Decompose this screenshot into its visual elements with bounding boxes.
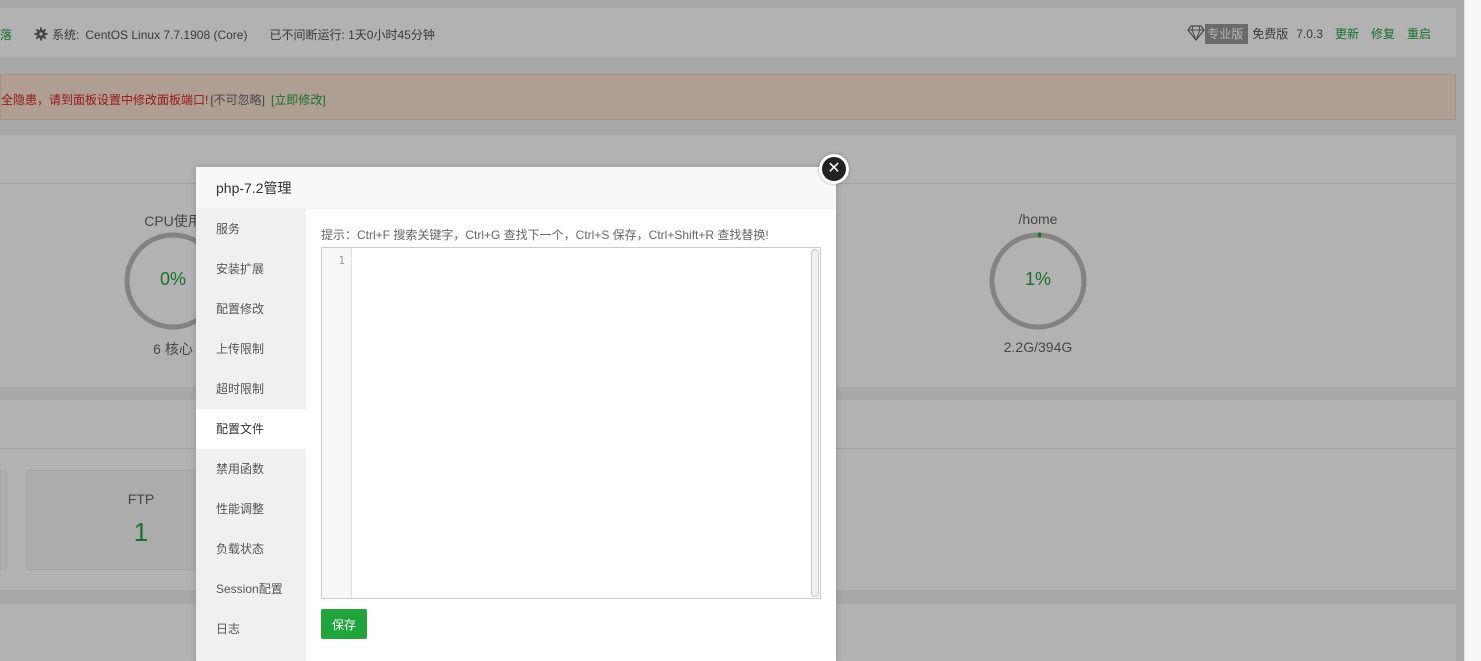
editor-text-area[interactable]: [353, 248, 810, 598]
menu-item-performance-tuning[interactable]: 性能调整: [196, 489, 306, 529]
menu-item-install-extensions[interactable]: 安装扩展: [196, 249, 306, 289]
code-editor[interactable]: 1: [321, 247, 821, 599]
menu-item-config-file[interactable]: 配置文件: [196, 409, 306, 449]
menu-item-service[interactable]: 服务: [196, 209, 306, 249]
php-manager-dialog: php-7.2管理 服务 安装扩展 配置修改 上传限制 超时限制 配置文件 禁用…: [196, 167, 836, 661]
page-scrollbar[interactable]: [1464, 0, 1481, 661]
dialog-content: 提示：Ctrl+F 搜索关键字，Ctrl+G 查找下一个，Ctrl+S 保存，C…: [306, 209, 836, 661]
menu-item-disabled-functions[interactable]: 禁用函数: [196, 449, 306, 489]
line-number-gutter: 1: [322, 248, 352, 598]
save-button[interactable]: 保存: [321, 609, 367, 639]
menu-item-config-edit[interactable]: 配置修改: [196, 289, 306, 329]
menu-item-log[interactable]: 日志: [196, 609, 306, 649]
menu-item-load-status[interactable]: 负载状态: [196, 529, 306, 569]
close-dialog-button[interactable]: ✕: [819, 154, 849, 184]
dialog-side-menu: 服务 安装扩展 配置修改 上传限制 超时限制 配置文件 禁用函数 性能调整 负载…: [196, 209, 306, 661]
dialog-title: php-7.2管理: [196, 167, 836, 209]
close-icon: ✕: [822, 157, 846, 181]
menu-item-session-config[interactable]: Session配置: [196, 569, 306, 609]
line-number: 1: [338, 254, 345, 267]
editor-scrollbar[interactable]: [811, 249, 819, 597]
menu-item-upload-limit[interactable]: 上传限制: [196, 329, 306, 369]
menu-item-timeout-limit[interactable]: 超时限制: [196, 369, 306, 409]
shortcut-tip: 提示：Ctrl+F 搜索关键字，Ctrl+G 查找下一个，Ctrl+S 保存，C…: [321, 228, 769, 242]
